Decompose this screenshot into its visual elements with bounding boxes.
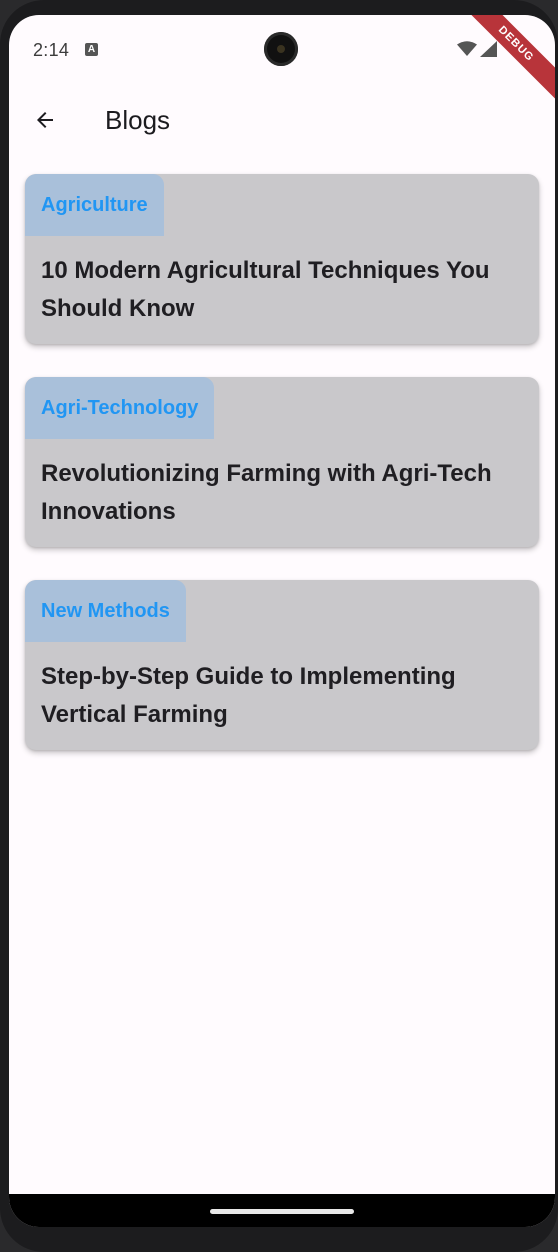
- cell-signal-icon: [480, 41, 497, 57]
- blog-card[interactable]: Agriculture 10 Modern Agricultural Techn…: [25, 174, 539, 344]
- arrow-left-icon: [37, 112, 53, 128]
- front-camera: [264, 32, 298, 66]
- blog-title: 10 Modern Agricultural Techniques You Sh…: [41, 257, 490, 322]
- home-indicator[interactable]: [210, 1209, 354, 1214]
- app-bar: Blogs: [9, 85, 555, 155]
- phone-frame: 2:14 A DEBUG Blogs Agriculture 10 Modern: [0, 0, 558, 1252]
- system-navigation-bar: [9, 1194, 555, 1227]
- screen: 2:14 A DEBUG Blogs Agriculture 10 Modern: [9, 15, 555, 1227]
- blog-title: Step-by-Step Guide to Implementing Verti…: [41, 663, 456, 728]
- blog-category-tag: Agri-Technology: [25, 377, 215, 439]
- status-time: 2:14: [33, 40, 70, 60]
- blog-category-tag: Agriculture: [25, 174, 164, 236]
- blog-category-tag: New Methods: [25, 580, 186, 642]
- status-bar: 2:14 A DEBUG: [9, 15, 555, 105]
- page-title: Blogs: [105, 105, 171, 135]
- back-button[interactable]: [23, 98, 67, 142]
- blog-title: Revolutionizing Farming with Agri-Tech I…: [41, 460, 492, 525]
- blog-list: Agriculture 10 Modern Agricultural Techn…: [25, 174, 539, 783]
- notification-a-icon: A: [85, 43, 98, 56]
- blog-card[interactable]: New Methods Step-by-Step Guide to Implem…: [25, 580, 539, 750]
- wifi-icon: [457, 41, 477, 56]
- blog-card[interactable]: Agri-Technology Revolutionizing Farming …: [25, 377, 539, 547]
